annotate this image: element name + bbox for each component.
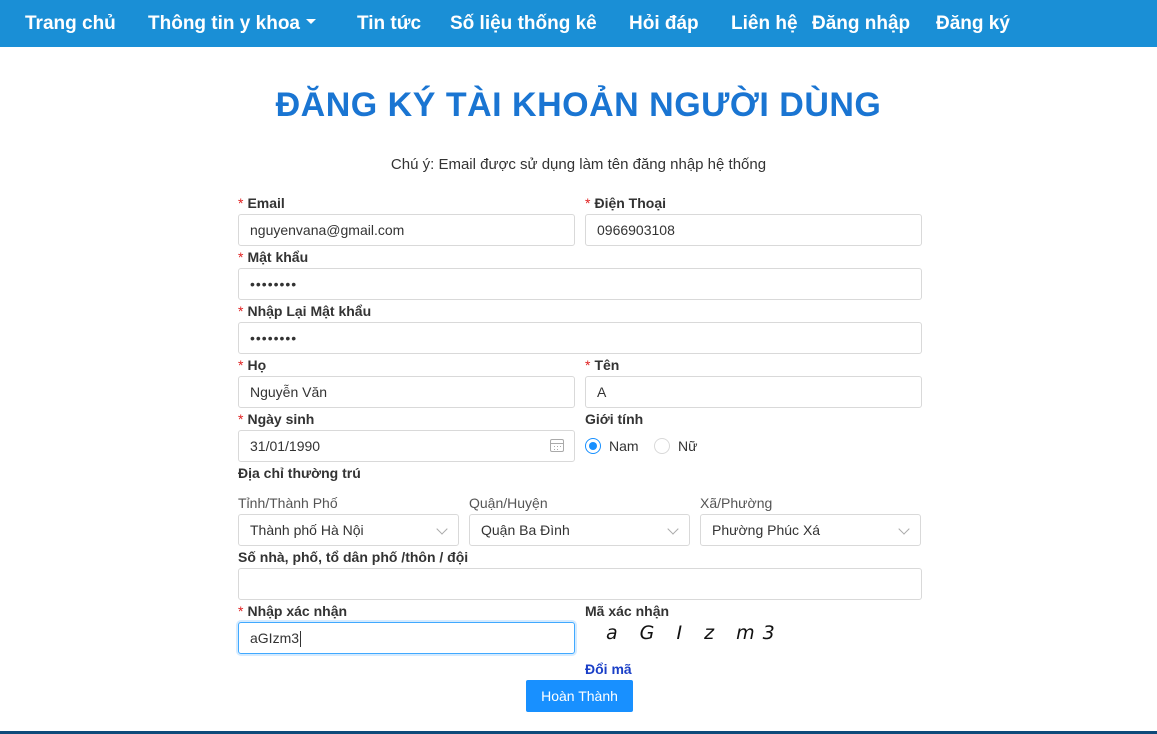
email-label: * Email [238,195,285,211]
required-mark: * [238,603,244,619]
phone-input[interactable]: 0966903108 [585,214,922,246]
nav-contact[interactable]: Liên hệ [731,0,798,47]
phone-label-text: Điện Thoại [594,195,667,211]
nav-register[interactable]: Đăng ký [936,0,1010,47]
birthday-input[interactable]: 31/01/1990 [238,430,575,462]
calendar-icon[interactable] [550,439,564,452]
password-input[interactable]: •••••••• [238,268,922,300]
nav-login[interactable]: Đăng nhập [812,0,910,47]
captcha-input-value: aGIzm3 [250,630,300,646]
required-mark: * [238,249,244,265]
required-mark: * [238,411,244,427]
chevron-down-icon [898,523,910,535]
gender-female-radio[interactable] [654,438,670,454]
first-name-input[interactable]: A [585,376,922,408]
province-label: Tỉnh/Thành Phố [238,495,338,511]
district-value: Quận Ba Đình [481,522,570,538]
phone-label: * Điện Thoại [585,195,666,211]
gender-female-label[interactable]: Nữ [678,438,697,454]
captcha-input-label-text: Nhập xác nhận [247,603,348,619]
last-name-input[interactable]: Nguyễn Văn [238,376,575,408]
province-value: Thành phố Hà Nội [250,522,364,538]
district-label: Quận/Huyện [469,495,548,511]
chevron-down-icon [667,523,679,535]
password-label-text: Mật khẩu [247,249,309,265]
email-label-text: Email [247,195,285,211]
birthday-value: 31/01/1990 [250,438,321,454]
gender-label: Giới tính [585,411,644,427]
top-navbar: Trang chủ Thông tin y khoa Tin tức Số li… [0,0,1157,47]
required-mark: * [585,195,591,211]
ward-label: Xã/Phường [700,495,773,511]
birthday-label: * Ngày sinh [238,411,314,427]
gender-male-radio[interactable] [585,438,601,454]
ward-select[interactable]: Phường Phúc Xá [700,514,921,546]
nav-qa[interactable]: Hỏi đáp [629,0,699,47]
required-mark: * [238,195,244,211]
street-label: Số nhà, phố, tổ dân phố /thôn / đội [238,549,469,565]
nav-statistics[interactable]: Số liệu thống kê [450,0,597,47]
confirm-password-label: * Nhập Lại Mật khẩu [238,303,371,319]
required-mark: * [238,357,244,373]
province-select[interactable]: Thành phố Hà Nội [238,514,459,546]
chevron-down-icon [436,523,448,535]
page-title: ĐĂNG KÝ TÀI KHOẢN NGƯỜI DÙNG [275,86,882,124]
district-select[interactable]: Quận Ba Đình [469,514,690,546]
address-label: Địa chỉ thường trú [238,465,361,481]
ward-value: Phường Phúc Xá [712,522,821,538]
captcha-label: Mã xác nhận [585,603,670,619]
required-mark: * [238,303,244,319]
password-mask: •••••••• [250,276,298,292]
caret-down-icon [306,19,316,25]
confirm-password-input[interactable]: •••••••• [238,322,922,354]
notice-text: Chú ý: Email được sử dụng làm tên đăng n… [390,156,767,173]
first-name-label: * Tên [585,357,619,373]
first-name-label-text: Tên [594,357,620,373]
email-input[interactable]: nguyenvana@gmail.com [238,214,575,246]
nav-medical-info-label: Thông tin y khoa [148,13,300,34]
password-label: * Mật khẩu [238,249,308,265]
refresh-captcha-link[interactable]: Đổi mã [585,661,632,677]
last-name-label: * Họ [238,357,266,373]
street-input[interactable] [238,568,922,600]
gender-male-label[interactable]: Nam [609,438,639,454]
nav-medical-info[interactable]: Thông tin y khoa [148,0,316,47]
captcha-input-label: * Nhập xác nhận [238,603,347,619]
nav-home[interactable]: Trang chủ [25,0,116,47]
birthday-label-text: Ngày sinh [247,411,315,427]
last-name-label-text: Họ [247,357,267,373]
text-cursor [300,631,302,648]
nav-news[interactable]: Tin tức [357,0,421,47]
confirm-password-mask: •••••••• [250,330,298,346]
required-mark: * [585,357,591,373]
captcha-image: a G I z m3 [606,622,783,644]
submit-button[interactable]: Hoàn Thành [526,680,633,712]
confirm-password-label-text: Nhập Lại Mật khẩu [247,303,372,319]
captcha-input[interactable]: aGIzm3 [238,622,575,654]
